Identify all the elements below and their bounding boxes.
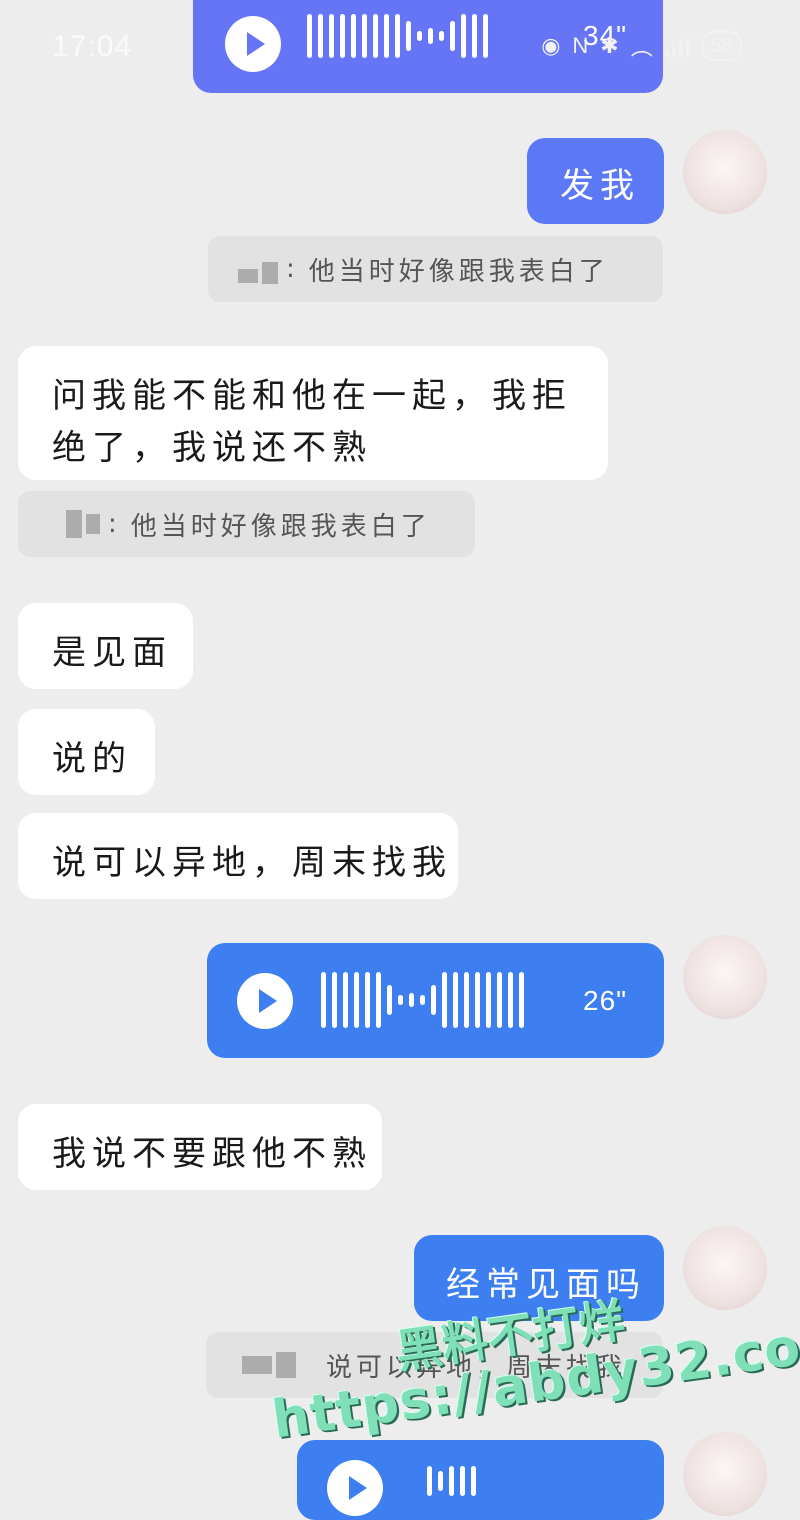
voice-waveform <box>307 6 488 66</box>
signal-icon <box>664 35 690 57</box>
battery-indicator: 58 <box>701 31 742 61</box>
incoming-message[interactable]: 我说不要跟他不熟 <box>18 1104 382 1190</box>
blurred-name <box>86 514 100 534</box>
voice-message-bubble[interactable]: 34" <box>193 0 663 93</box>
voice-message-bubble[interactable]: 26" <box>207 943 664 1058</box>
incoming-message[interactable]: 是见面 <box>18 603 193 689</box>
blurred-name <box>242 1356 272 1374</box>
quote-prefix: : <box>286 254 299 284</box>
message-text: 发我 <box>560 166 640 206</box>
avatar[interactable] <box>683 935 767 1019</box>
blurred-name <box>66 510 82 538</box>
quote-prefix: : <box>108 509 121 539</box>
message-text: 说可以异地，周末找我 <box>52 843 452 883</box>
avatar[interactable] <box>683 1226 767 1310</box>
avatar[interactable] <box>683 130 767 214</box>
voice-waveform <box>321 970 524 1030</box>
quote-text: 他当时好像跟我表白了 <box>308 256 609 287</box>
voice-duration: 34" <box>583 20 628 51</box>
outgoing-message[interactable]: 发我 <box>527 138 664 224</box>
blurred-name <box>262 262 278 284</box>
quoted-message[interactable]: : 他当时好像跟我表白了 <box>18 491 475 557</box>
voice-message-bubble[interactable] <box>297 1440 664 1520</box>
blurred-name <box>276 1352 296 1378</box>
voice-waveform <box>427 1466 476 1496</box>
quote-text: 他当时好像跟我表白了 <box>130 511 431 542</box>
message-text: 是见面 <box>52 633 172 673</box>
play-icon[interactable] <box>225 16 281 72</box>
incoming-message[interactable]: 说可以异地，周末找我 <box>18 813 458 899</box>
message-text: 说的 <box>52 739 132 779</box>
incoming-message[interactable]: 说的 <box>18 709 155 795</box>
play-icon[interactable] <box>327 1460 383 1516</box>
quoted-message[interactable]: : 他当时好像跟我表白了 <box>208 236 663 302</box>
play-icon[interactable] <box>237 973 293 1029</box>
message-text: 问我能不能和他在一起，我拒绝了，我说还不熟 <box>52 376 572 468</box>
message-text: 我说不要跟他不熟 <box>52 1134 372 1174</box>
blurred-name <box>238 269 258 283</box>
status-time: 17:04 <box>52 30 133 63</box>
avatar[interactable] <box>683 1432 767 1516</box>
voice-duration: 26" <box>583 985 628 1016</box>
incoming-message[interactable]: 问我能不能和他在一起，我拒绝了，我说还不熟 <box>18 346 608 480</box>
